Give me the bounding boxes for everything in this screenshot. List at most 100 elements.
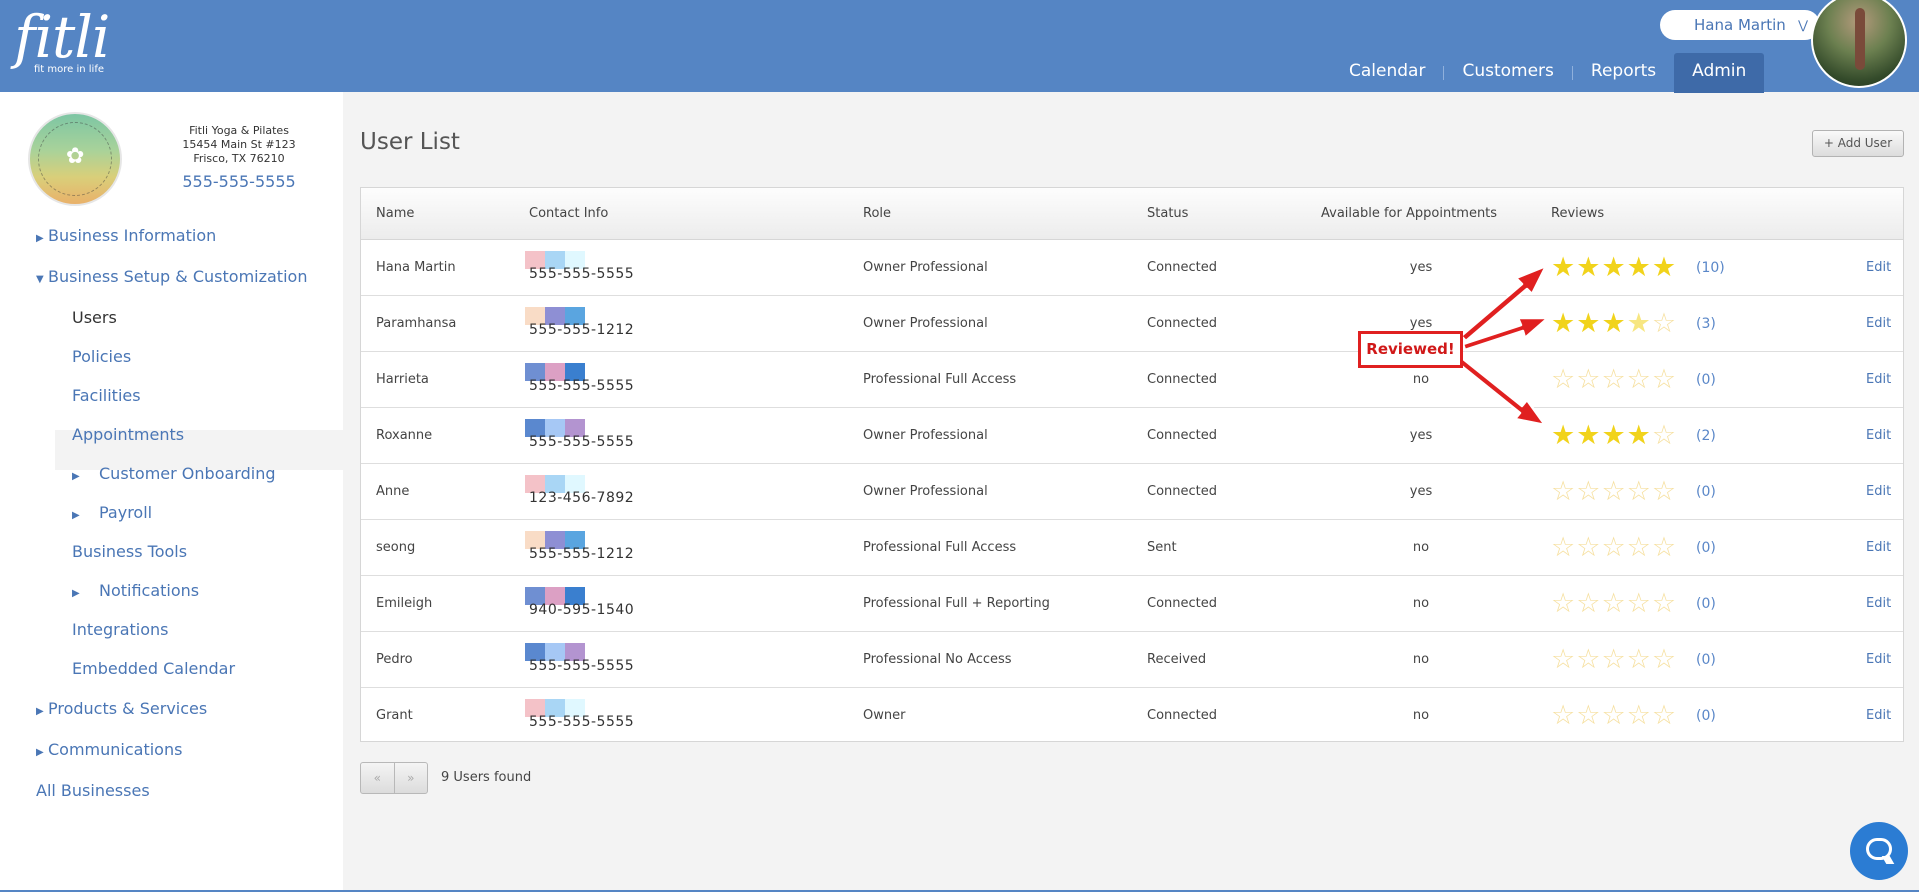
- column-status[interactable]: Status: [1147, 188, 1188, 240]
- rating-stars: ☆☆☆☆☆: [1551, 702, 1677, 729]
- next-page-button[interactable]: »: [395, 763, 428, 793]
- review-count-link[interactable]: (0): [1696, 576, 1716, 632]
- table-row[interactable]: Hana Martin 555-555-5555 Owner Professiona…: [361, 240, 1903, 296]
- star-icon: ☆: [1551, 476, 1577, 507]
- user-available-cell: yes: [1409, 484, 1433, 499]
- edit-user-link[interactable]: Edit: [1866, 352, 1891, 408]
- star-icon: ☆: [1626, 476, 1652, 507]
- user-phone: 940-595-1540: [529, 602, 635, 618]
- star-icon: ☆: [1576, 700, 1602, 731]
- star-icon: ☆: [1651, 420, 1678, 451]
- star-icon: ★: [1551, 420, 1577, 451]
- user-status-cell: Connected: [1147, 428, 1218, 443]
- sidebar-item-users[interactable]: Users: [72, 308, 117, 327]
- star-icon: ★: [1626, 252, 1652, 283]
- user-role-cell: Professional Full Access: [863, 372, 1017, 387]
- sidebar-item-embedded-calendar[interactable]: Embedded Calendar: [72, 659, 235, 678]
- user-role-cell: Professional No Access: [863, 652, 1012, 667]
- sidebar-item-payroll[interactable]: ▶ Payroll: [72, 503, 152, 522]
- column-available[interactable]: Available for Appointments: [1321, 188, 1497, 240]
- chat-widget-button[interactable]: [1850, 822, 1908, 880]
- edit-user-link[interactable]: Edit: [1866, 576, 1891, 632]
- user-status-cell: Sent: [1147, 540, 1177, 555]
- edit-user-link[interactable]: Edit: [1866, 632, 1891, 688]
- star-icon: ★: [1651, 252, 1678, 283]
- user-role-cell: Owner Professional: [863, 484, 988, 499]
- user-available-cell: no: [1412, 540, 1430, 555]
- column-name[interactable]: Name: [376, 188, 414, 240]
- add-user-button[interactable]: + Add User: [1812, 130, 1904, 157]
- prev-page-button[interactable]: «: [361, 763, 395, 793]
- review-count-link[interactable]: (0): [1696, 464, 1716, 520]
- nav-customers[interactable]: Customers: [1444, 53, 1571, 93]
- table-row[interactable]: Paramhansa 555-555-1212 Owner Professional…: [361, 296, 1903, 352]
- sidebar: ✿ Fitli Yoga & Pilates 15454 Main St #12…: [0, 92, 343, 892]
- column-reviews[interactable]: Reviews: [1551, 188, 1604, 240]
- edit-user-link[interactable]: Edit: [1866, 408, 1891, 464]
- sidebar-item-customer-onboarding[interactable]: ▶ Customer Onboarding: [72, 464, 275, 483]
- review-count-link[interactable]: (0): [1696, 352, 1716, 408]
- star-icon: ☆: [1601, 364, 1627, 395]
- table-row[interactable]: Roxanne 555-555-5555 Owner Professional Con…: [361, 408, 1903, 464]
- star-icon: ☆: [1551, 364, 1577, 395]
- sidebar-item-appointments[interactable]: Appointments: [72, 425, 184, 444]
- review-count-link[interactable]: (0): [1696, 520, 1716, 576]
- user-status-cell: Connected: [1147, 316, 1218, 331]
- edit-user-link[interactable]: Edit: [1866, 240, 1891, 296]
- sidebar-item-communications[interactable]: ▶ Communications: [36, 740, 182, 759]
- star-icon: ☆: [1651, 644, 1678, 675]
- review-count-link[interactable]: (0): [1696, 688, 1716, 744]
- edit-user-link[interactable]: Edit: [1866, 520, 1891, 576]
- sidebar-item-facilities[interactable]: Facilities: [72, 386, 141, 405]
- edit-user-link[interactable]: Edit: [1866, 296, 1891, 352]
- review-count-link[interactable]: (10): [1696, 240, 1725, 296]
- sidebar-item-notifications[interactable]: ▶ Notifications: [72, 581, 199, 600]
- meditation-icon: ✿: [66, 144, 85, 169]
- column-contact-info[interactable]: Contact Info: [529, 188, 608, 240]
- user-phone: 555-555-1212: [529, 546, 635, 562]
- user-name-cell: Harrieta: [376, 372, 429, 387]
- sidebar-item-business-information[interactable]: ▶ Business Information: [36, 226, 216, 245]
- caret-right-icon: ▶: [36, 233, 44, 244]
- user-menu-button[interactable]: Hana Martin ⋁: [1660, 10, 1820, 40]
- pagination: « »: [360, 762, 428, 794]
- table-row[interactable]: Pedro 555-555-5555 Professional No Access R…: [361, 632, 1903, 688]
- avatar[interactable]: [1811, 0, 1907, 88]
- user-role-cell: Professional Full + Reporting: [863, 596, 1050, 611]
- review-count-link[interactable]: (0): [1696, 632, 1716, 688]
- caret-right-icon: ▶: [72, 510, 80, 521]
- nav-admin[interactable]: Admin: [1674, 53, 1765, 93]
- business-logo: ✿: [28, 112, 122, 206]
- edit-user-link[interactable]: Edit: [1866, 464, 1891, 520]
- review-count-link[interactable]: (3): [1696, 296, 1716, 352]
- user-name-cell: Hana Martin: [376, 260, 456, 275]
- star-icon: ☆: [1601, 476, 1627, 507]
- top-bar: fitli fit more in life Hana Martin ⋁ Cal…: [0, 0, 1919, 93]
- star-icon: ☆: [1651, 700, 1678, 731]
- sidebar-item-business-tools[interactable]: Business Tools: [72, 542, 187, 561]
- sidebar-item-integrations[interactable]: Integrations: [72, 620, 169, 639]
- sidebar-item-products-services[interactable]: ▶ Products & Services: [36, 699, 207, 718]
- sidebar-item-policies[interactable]: Policies: [72, 347, 131, 366]
- table-row[interactable]: seong 555-555-1212 Professional Full Acces…: [361, 520, 1903, 576]
- table-row[interactable]: Harrieta 555-555-5555 Professional Full Ac…: [361, 352, 1903, 408]
- sidebar-item-business-setup[interactable]: ▼ Business Setup & Customization: [36, 267, 307, 286]
- fitli-logo[interactable]: fitli fit more in life: [14, 6, 110, 75]
- rating-stars: ☆☆☆☆☆: [1551, 478, 1677, 505]
- column-role[interactable]: Role: [863, 188, 891, 240]
- table-row[interactable]: Emileigh 940-595-1540 Professional Full + …: [361, 576, 1903, 632]
- star-icon: ☆: [1626, 644, 1652, 675]
- edit-user-link[interactable]: Edit: [1866, 688, 1891, 744]
- star-icon: ☆: [1601, 644, 1627, 675]
- table-row[interactable]: Grant 555-555-5555 Owner Connected no ☆☆☆☆☆ (0…: [361, 688, 1903, 744]
- nav-reports[interactable]: Reports: [1573, 53, 1674, 93]
- user-status-cell: Connected: [1147, 596, 1218, 611]
- nav-calendar[interactable]: Calendar: [1331, 53, 1443, 93]
- user-name: Hana Martin: [1694, 16, 1786, 34]
- table-row[interactable]: Anne 123-456-7892 Owner Professional Connec…: [361, 464, 1903, 520]
- sidebar-item-all-businesses[interactable]: All Businesses: [36, 781, 150, 800]
- caret-right-icon: ▶: [72, 588, 80, 599]
- star-icon: ☆: [1576, 644, 1602, 675]
- user-role-cell: Owner Professional: [863, 316, 988, 331]
- review-count-link[interactable]: (2): [1696, 408, 1716, 464]
